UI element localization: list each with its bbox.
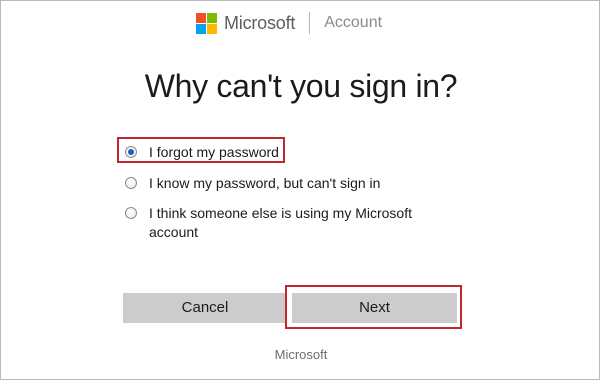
footer-brand: Microsoft xyxy=(274,347,328,362)
logo-green-square xyxy=(207,12,217,23)
logo-yellow-square xyxy=(207,23,217,34)
header-divider xyxy=(309,12,311,34)
cancel-button[interactable]: Cancel xyxy=(123,293,287,323)
logo-blue-square xyxy=(196,23,206,34)
logo-red-square xyxy=(196,12,206,23)
section-name: Account xyxy=(324,14,383,31)
option-forgot-password[interactable]: I forgot my password xyxy=(125,143,279,162)
option-label: I forgot my password xyxy=(149,144,279,160)
radio-know-password[interactable] xyxy=(125,177,137,189)
option-someone-else[interactable]: I think someone else is using my Microso… xyxy=(125,204,445,242)
radio-someone-else[interactable] xyxy=(125,207,137,219)
brand-name: Microsoft xyxy=(224,12,296,33)
page-header: Microsoft Account xyxy=(196,10,382,36)
page-title: Why can't you sign in? xyxy=(144,68,458,104)
option-label: I know my password, but can't sign in xyxy=(149,175,381,191)
option-know-password[interactable]: I know my password, but can't sign in xyxy=(125,174,380,193)
account-recovery-page: Microsoft Account Why can't you sign in?… xyxy=(0,0,600,380)
microsoft-logo-icon xyxy=(196,12,217,34)
option-label: I think someone else is using my Microso… xyxy=(149,205,412,240)
next-button[interactable]: Next xyxy=(292,293,457,323)
radio-forgot-password[interactable] xyxy=(125,146,137,158)
